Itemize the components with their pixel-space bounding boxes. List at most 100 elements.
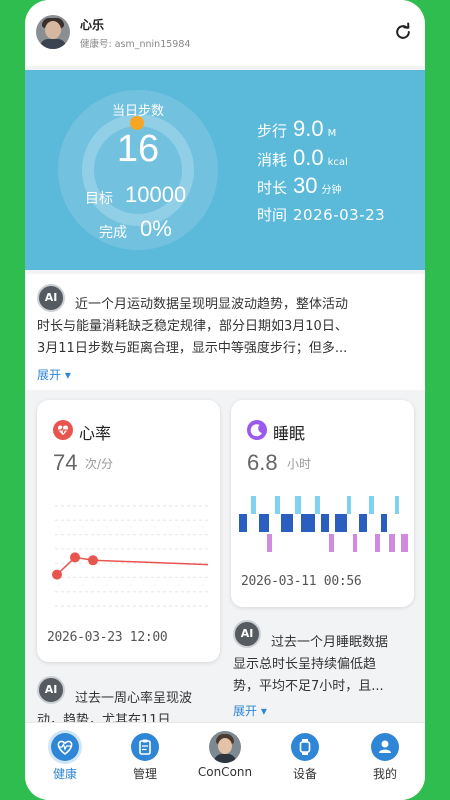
duration-row: 时长 30 分钟 — [257, 173, 342, 199]
avatar-face — [218, 738, 232, 754]
nav-label-mine: 我的 — [372, 767, 397, 781]
sleep-segment-deep — [353, 534, 357, 552]
distance-value: 9.0 — [293, 116, 324, 141]
calories-row: 消耗 0.0 kcal — [257, 145, 348, 171]
heart-rate-unit: 次/分 — [85, 457, 114, 471]
sleep-segment-awake — [295, 496, 301, 514]
sleep-segment-deep — [267, 534, 272, 552]
sleep-segment-deep — [329, 534, 334, 552]
health-icon — [51, 733, 79, 761]
date-value: 2026-03-23 — [293, 206, 386, 224]
sleep-segment-awake — [315, 496, 320, 514]
heart-rate-value: 74 — [53, 450, 78, 475]
sleep-segment-light — [359, 514, 367, 532]
ai-icon: AI — [233, 620, 261, 648]
sleep-segment-light — [259, 514, 269, 532]
sleep-segment-light — [321, 514, 329, 532]
done-value: 0% — [140, 216, 172, 241]
sleep-segment-deep — [389, 534, 395, 552]
user-avatar[interactable] — [36, 15, 70, 49]
ai-summary-card: AI 近一个月运动数据呈现明显波动趋势，整体活动 时长与能量消耗缺乏稳定规律，部… — [25, 274, 425, 390]
heart-rate-series-line — [56, 556, 209, 576]
duration-label: 时长 — [257, 179, 288, 197]
ai-summary-line: 近一个月运动数据呈现明显波动趋势，整体活动 — [75, 297, 349, 312]
sleep-segment-light — [381, 514, 387, 532]
sleep-card[interactable]: 睡眠 6.8 小时 2026-03-11 00:56 — [231, 400, 414, 607]
ai-icon: AI — [37, 284, 65, 312]
app-screen: 心乐 健康号: asm_nnin15984 当日步数 16 目标 10000 完… — [25, 0, 425, 800]
steps-value: 16 — [116, 128, 160, 170]
moon-icon — [247, 420, 267, 440]
calories-label: 消耗 — [257, 151, 288, 169]
sleep-title: 睡眠 — [273, 424, 306, 443]
duration-unit: 分钟 — [321, 185, 342, 196]
heart-rate-chart — [52, 505, 209, 607]
profile-icon — [371, 733, 399, 761]
avatar-icon — [209, 731, 241, 763]
heart-rate-card[interactable]: 心率 74 次/分 2026-03-23 12:00 — [37, 400, 220, 662]
distance-unit: M — [327, 128, 337, 139]
steps-label: 当日步数 — [111, 104, 164, 119]
nav-item-manage[interactable]: 管理 — [105, 723, 185, 800]
bottom-nav: 健康 管理 ConConn 设备 我的 — [25, 722, 425, 800]
sleep-stage-chart — [239, 496, 408, 552]
ai-summary-line: 3月11日步数与距离合理，显示中等强度步行；但多... — [37, 341, 348, 356]
heart-rate-point — [52, 569, 62, 580]
caret-down-icon: ▾ — [64, 368, 71, 382]
distance-label: 步行 — [257, 122, 288, 140]
heart-monitor-icon — [53, 420, 73, 440]
avatar-shirt — [214, 754, 236, 763]
top-bar: 心乐 健康号: asm_nnin15984 — [25, 0, 425, 66]
sleep-segment-awake — [347, 496, 351, 514]
distance-row: 步行 9.0 M — [257, 116, 336, 142]
nav-item-health[interactable]: 健康 — [25, 723, 105, 800]
sleep-segment-deep — [401, 534, 408, 552]
nav-label-manage: 管理 — [132, 767, 157, 781]
nav-item-conconn[interactable]: ConConn — [185, 723, 265, 800]
goal-label: 目标 — [85, 191, 113, 207]
heart-rate-point — [70, 552, 80, 563]
sleep-ai-line: 显示总时长呈持续偏低趋 — [233, 657, 377, 672]
caret-down-icon: ▾ — [260, 704, 267, 718]
ai-icon: AI — [37, 676, 65, 704]
watch-icon — [291, 733, 319, 761]
sleep-ai-line: 过去一个月睡眠数据 — [271, 635, 389, 650]
nav-item-mine[interactable]: 我的 — [345, 723, 425, 800]
sleep-segment-light — [301, 514, 315, 532]
sleep-segment-deep — [375, 534, 380, 552]
nav-label-device: 设备 — [292, 767, 317, 781]
date-label: 时间 — [257, 206, 288, 224]
heart-ai-line: 过去一周心率呈现波 — [75, 691, 193, 706]
health-id: 健康号: asm_nnin15984 — [80, 39, 191, 50]
expand-label: 展开 — [233, 704, 258, 718]
sleep-segment-light — [281, 514, 293, 532]
sleep-segment-awake — [369, 496, 374, 514]
avatar-face — [45, 21, 61, 39]
expand-link[interactable]: 展开 ▾ — [37, 366, 71, 383]
clipboard-icon — [131, 733, 159, 761]
nav-item-device[interactable]: 设备 — [265, 723, 345, 800]
refresh-icon[interactable] — [393, 22, 413, 42]
heart-rate-title: 心率 — [79, 424, 112, 443]
ai-summary-line: 时长与能量消耗缺乏稳定规律，部分日期如3月10日、 — [37, 319, 348, 334]
calories-unit: kcal — [327, 157, 348, 168]
calories-value: 0.0 — [293, 145, 324, 170]
sleep-segment-awake — [251, 496, 256, 514]
sleep-unit: 小时 — [287, 457, 312, 471]
sleep-value: 6.8 — [247, 450, 278, 475]
sleep-time: 2026-03-11 00:56 — [241, 574, 362, 589]
expand-label: 展开 — [37, 368, 62, 382]
sleep-segment-awake — [395, 496, 399, 514]
done-label: 完成 — [99, 225, 127, 241]
heart-rate-point — [88, 555, 98, 566]
goal-value: 10000 — [125, 182, 187, 207]
sleep-segment-light — [335, 514, 347, 532]
nav-label-health: 健康 — [52, 767, 77, 781]
sleep-segment-awake — [275, 496, 280, 514]
heart-rate-time: 2026-03-23 12:00 — [47, 630, 168, 645]
sleep-expand-link[interactable]: 展开 ▾ — [233, 702, 267, 719]
avatar-shirt — [40, 39, 66, 49]
sleep-ai-line: 势，平均不足7小时，且... — [233, 679, 384, 694]
duration-value: 30 — [293, 173, 318, 198]
sleep-segment-light — [239, 514, 247, 532]
